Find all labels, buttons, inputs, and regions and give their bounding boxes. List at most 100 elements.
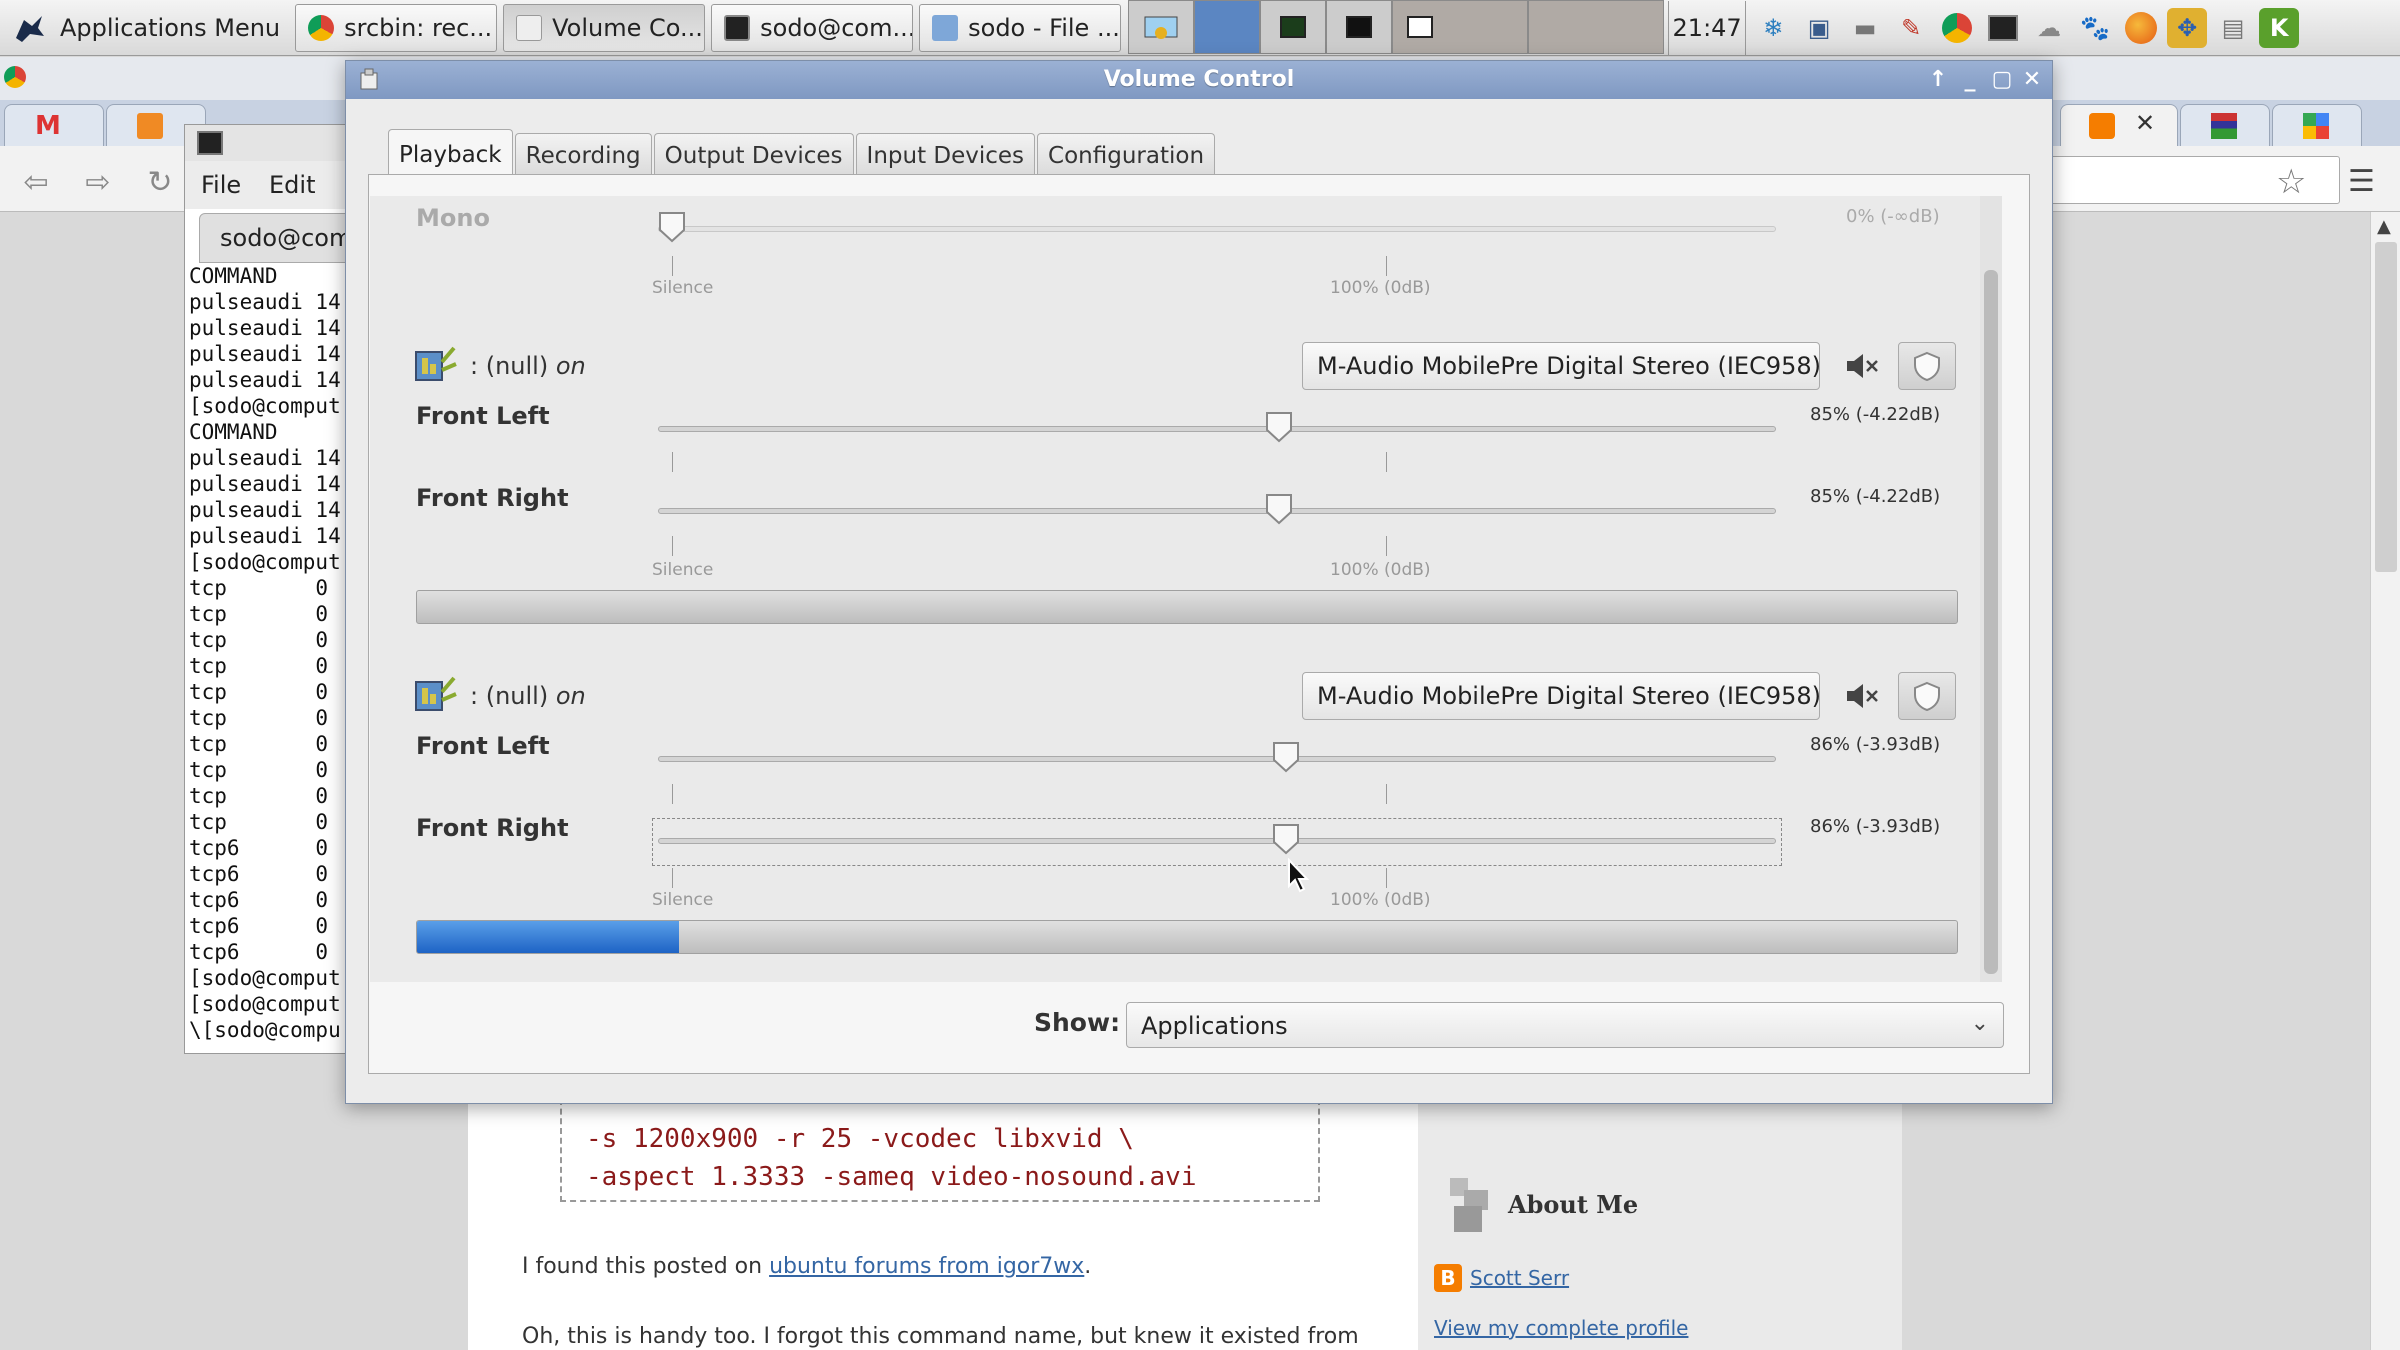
terminal-line: pulseaudi 14 xyxy=(189,446,341,470)
drive-icon[interactable]: ▬ xyxy=(1845,8,1885,48)
bookmark-star-icon[interactable]: ☆ xyxy=(2276,162,2306,202)
front-left-slider-knob[interactable] xyxy=(1264,410,1294,444)
gimp-icon[interactable]: 🐾 xyxy=(2075,8,2115,48)
browser-tab-google[interactable] xyxy=(2272,104,2362,146)
taskbar-item-volume-control[interactable]: Volume Co... xyxy=(503,3,706,52)
tab-input-devices[interactable]: Input Devices xyxy=(855,133,1036,177)
puzzle-icon[interactable]: ✥ xyxy=(2167,7,2208,48)
stream-list-scrollbar[interactable] xyxy=(1980,196,2002,982)
stream-app-title: : (null) xyxy=(470,352,549,380)
browser-tab-chart[interactable] xyxy=(2180,104,2270,146)
output-device-button[interactable]: M-Audio MobilePre Digital Stereo (IEC958… xyxy=(1302,672,1821,720)
taskbar-item-terminal[interactable]: sodo@com... xyxy=(711,3,914,52)
front-left-slider-track[interactable] xyxy=(658,756,1776,762)
silence-tick xyxy=(672,784,673,804)
terminal-icon xyxy=(724,14,751,41)
terminal-line: \[sodo@compu xyxy=(189,1018,341,1042)
taskbar-item-browser[interactable]: srcbin: rec... xyxy=(295,3,498,52)
author-link[interactable]: Scott Serr xyxy=(1470,1266,1569,1290)
applications-menu-button[interactable]: Applications Menu xyxy=(0,0,292,56)
network-icon[interactable]: ❄ xyxy=(1753,8,1793,48)
mute-icon[interactable] xyxy=(1842,676,1882,716)
terminal-line: tcp6 0 xyxy=(189,836,329,860)
mouse-pointer-icon xyxy=(1288,858,1309,893)
display-icon[interactable]: ▣ xyxy=(1799,8,1839,48)
mute-icon[interactable] xyxy=(1842,346,1882,386)
workspace-1[interactable] xyxy=(1128,0,1195,54)
show-filter-dropdown[interactable]: Applications ⌄ xyxy=(1126,1002,2004,1048)
save-icon[interactable]: ▤ xyxy=(2213,8,2253,48)
browser-tab-blogger[interactable]: ✕ xyxy=(2060,104,2178,146)
tab-playback[interactable]: Playback xyxy=(388,129,513,179)
keyboard-icon[interactable]: K xyxy=(2259,7,2300,48)
menu-file[interactable]: File xyxy=(201,171,241,199)
chrome-launcher-icon[interactable] xyxy=(1937,8,1977,48)
workspace-6[interactable] xyxy=(1528,0,1665,54)
terminal-line: tcp6 0 xyxy=(189,888,329,912)
window-titlebar[interactable]: Volume Control ↑ _ ▢ ✕ xyxy=(346,61,2052,99)
scroll-up-icon[interactable]: ▲ xyxy=(2377,216,2391,237)
menu-edit[interactable]: Edit xyxy=(269,171,315,199)
terminal-line: tcp 0 xyxy=(189,732,329,756)
terminal-launcher-icon[interactable] xyxy=(1983,8,2023,48)
workspace-5[interactable] xyxy=(1392,0,1529,54)
terminal-line: tcp 0 xyxy=(189,784,329,808)
lock-channels-button[interactable] xyxy=(1898,672,1956,720)
hundred-percent-tick xyxy=(1386,868,1387,888)
forward-icon[interactable]: ⇨ xyxy=(76,160,120,204)
front-right-slider-track[interactable] xyxy=(658,838,1776,844)
sound-stream-app-icon xyxy=(415,676,457,711)
editor-icon[interactable]: ✎ xyxy=(1891,8,1931,48)
hundred-percent-label: 100% (0dB) xyxy=(1330,560,1431,580)
silence-tick xyxy=(672,868,673,888)
front-right-slider-knob[interactable] xyxy=(1264,492,1294,526)
silence-label: Silence xyxy=(652,560,714,580)
browser-menu-icon[interactable]: ☰ xyxy=(2348,164,2375,199)
scrollbar-thumb[interactable] xyxy=(1984,270,1998,974)
channel-label-front-left: Front Left xyxy=(416,402,550,430)
terminal-window: File Edit sodo@com COMMAND pulseaudi 14 pu… xyxy=(184,124,361,1054)
tab-output-devices[interactable]: Output Devices xyxy=(653,133,854,177)
minimize-icon[interactable]: _ xyxy=(1956,65,1984,93)
taskbar-item-label: sodo@com... xyxy=(760,13,914,42)
terminal-line: pulseaudi 14 xyxy=(189,472,341,496)
mono-slider-knob[interactable] xyxy=(657,210,687,244)
tab-configuration[interactable]: Configuration xyxy=(1037,133,1216,177)
front-left-slider-track[interactable] xyxy=(658,426,1776,432)
paragraph-text: . xyxy=(1084,1254,1092,1279)
tab-recording[interactable]: Recording xyxy=(514,133,652,177)
close-icon[interactable]: ✕ xyxy=(2018,65,2046,93)
lock-channels-button[interactable] xyxy=(1898,342,1956,390)
browser-tab-gmail[interactable]: M xyxy=(4,104,104,146)
workspace-3[interactable] xyxy=(1260,0,1327,54)
clock[interactable]: 21:47 xyxy=(1668,0,1747,55)
page-scrollbar[interactable]: ▲ xyxy=(2370,212,2400,1350)
ubuntu-forums-link[interactable]: ubuntu forums from igor7wx xyxy=(769,1254,1084,1279)
blogger-profile-icon: B xyxy=(1434,1264,1462,1292)
close-tab-icon[interactable]: ✕ xyxy=(2135,109,2155,137)
terminal-tab[interactable]: sodo@com xyxy=(199,213,359,263)
terminal-line: tcp 0 xyxy=(189,628,329,652)
view-profile-link[interactable]: View my complete profile xyxy=(1434,1316,1688,1340)
workspace-4[interactable] xyxy=(1326,0,1393,54)
output-device-button[interactable]: M-Audio MobilePre Digital Stereo (IEC958… xyxy=(1302,342,1821,390)
front-right-slider-track[interactable] xyxy=(658,508,1776,514)
front-right-slider-knob[interactable] xyxy=(1271,822,1301,856)
front-left-slider-knob[interactable] xyxy=(1271,740,1301,774)
silence-tick xyxy=(672,256,673,276)
workspace-2[interactable] xyxy=(1194,0,1261,54)
taskbar-item-file-manager[interactable]: sodo - File ... xyxy=(919,3,1122,52)
back-icon[interactable]: ⇦ xyxy=(14,160,58,204)
front-left-readout: 86% (-3.93dB) xyxy=(1810,734,1941,755)
firefox-icon[interactable] xyxy=(2121,8,2161,48)
maximize-icon[interactable]: ▢ xyxy=(1988,65,2016,93)
shade-icon[interactable]: ↑ xyxy=(1924,65,1952,93)
network-manager-icon[interactable]: ☁ xyxy=(2029,8,2069,48)
scrollbar-thumb[interactable] xyxy=(2375,242,2397,572)
code-line: -aspect 1.3333 -sameq video-nosound.avi xyxy=(586,1162,1197,1192)
reload-icon[interactable]: ↻ xyxy=(138,160,182,204)
show-label: Show: xyxy=(1034,1008,1121,1037)
terminal-output[interactable]: COMMAND pulseaudi 14 pulseaudi 14 pulseaudi… xyxy=(189,263,359,1053)
terminal-line: tcp6 0 xyxy=(189,940,329,964)
mono-slider-track[interactable] xyxy=(658,226,1776,232)
